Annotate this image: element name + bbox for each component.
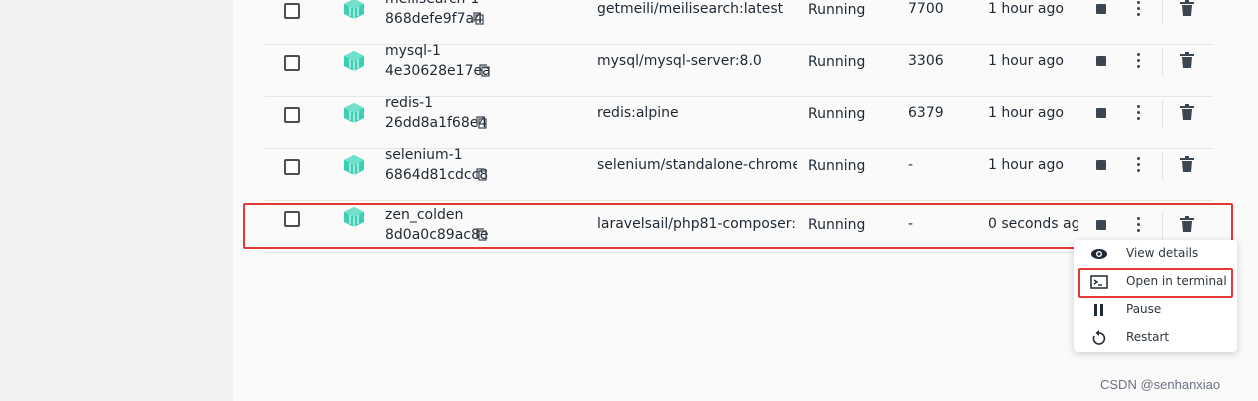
container-image-link[interactable]: getmeili/meilisearch:latest [597, 1, 797, 17]
menu-item-view-details[interactable]: View details [1074, 240, 1237, 268]
copy-icon[interactable] [476, 228, 487, 241]
menu-item-pause[interactable]: Pause [1074, 296, 1237, 324]
container-port[interactable]: - [908, 216, 913, 232]
container-cube-icon [344, 103, 364, 123]
container-status: Running [808, 158, 866, 174]
container-image-link[interactable]: redis:alpine [597, 105, 797, 121]
trash-icon[interactable] [1180, 52, 1194, 68]
more-actions-icon[interactable] [1137, 53, 1141, 69]
restart-icon [1092, 330, 1106, 345]
more-actions-icon[interactable] [1137, 217, 1141, 233]
copy-icon[interactable] [479, 64, 490, 77]
table-row[interactable]: redis-1 26dd8a1f68e4 redis:alpine Runnin… [265, 95, 1213, 149]
divider [1162, 48, 1163, 76]
container-started: 1 hour ago [988, 1, 1064, 17]
container-image-link[interactable]: laravelsail/php81-composer:latest [597, 216, 797, 232]
container-id: 6864d81cdcc8 [385, 167, 489, 183]
table-row[interactable]: meilisearch-1 868defe9f7a4 getmeili/meil… [265, 0, 1213, 45]
more-actions-icon[interactable] [1137, 157, 1141, 173]
container-started: 1 hour ago [988, 157, 1064, 173]
container-port[interactable]: 3306 [908, 53, 944, 69]
container-id: 868defe9f7a4 [385, 11, 483, 27]
more-actions-icon[interactable] [1137, 1, 1141, 17]
trash-icon[interactable] [1180, 156, 1194, 172]
table-row[interactable]: selenium-1 6864d81cdcc8 selenium/standal… [265, 147, 1213, 201]
stop-icon[interactable] [1096, 56, 1106, 66]
menu-item-label: Pause [1126, 302, 1162, 316]
copy-icon[interactable] [476, 168, 487, 181]
table-row[interactable]: mysql-1 4e30628e17ea mysql/mysql-server:… [265, 43, 1213, 97]
container-status: Running [808, 106, 866, 122]
container-id: 26dd8a1f68e4 [385, 115, 488, 131]
row-checkbox[interactable] [284, 55, 300, 71]
sidebar [0, 0, 233, 401]
container-name[interactable]: selenium-1 [385, 147, 463, 163]
more-actions-icon[interactable] [1137, 105, 1141, 121]
copy-icon[interactable] [473, 12, 484, 25]
container-id: 4e30628e17ea [385, 63, 491, 79]
container-port[interactable]: - [908, 157, 913, 173]
container-cube-icon [344, 51, 364, 71]
container-cube-icon [344, 155, 364, 175]
container-name[interactable]: meilisearch-1 [385, 0, 479, 7]
container-image-link[interactable]: mysql/mysql-server:8.0 [597, 53, 797, 69]
row-context-menu: View details Open in terminal Pause Rest… [1074, 240, 1237, 352]
container-started: 1 hour ago [988, 53, 1064, 69]
row-checkbox[interactable] [284, 159, 300, 175]
container-status: Running [808, 2, 866, 18]
copy-icon[interactable] [476, 116, 487, 129]
container-name[interactable]: mysql-1 [385, 43, 441, 59]
row-checkbox[interactable] [284, 3, 300, 19]
pause-icon [1094, 304, 1103, 316]
container-cube-icon [344, 0, 364, 19]
trash-icon[interactable] [1180, 216, 1194, 232]
container-id: 8d0a0c89ac8e [385, 227, 489, 243]
trash-icon[interactable] [1180, 0, 1194, 16]
menu-item-open-in-terminal[interactable]: Open in terminal [1074, 268, 1237, 296]
stop-icon[interactable] [1096, 4, 1106, 14]
row-checkbox[interactable] [284, 211, 300, 227]
container-status: Running [808, 217, 866, 233]
eye-icon [1091, 249, 1107, 259]
menu-item-restart[interactable]: Restart [1074, 324, 1237, 352]
container-status: Running [808, 54, 866, 70]
container-port[interactable]: 6379 [908, 105, 944, 121]
watermark: CSDN @senhanxiao [1100, 377, 1221, 392]
divider [1162, 0, 1163, 24]
container-started: 1 hour ago [988, 105, 1064, 121]
container-image-link[interactable]: selenium/standalone-chrome:latest [597, 157, 797, 173]
stop-icon[interactable] [1096, 220, 1106, 230]
container-cube-icon [344, 207, 364, 227]
container-name[interactable]: redis-1 [385, 95, 433, 111]
menu-item-label: Open in terminal [1126, 274, 1227, 288]
container-name[interactable]: zen_colden [385, 207, 463, 223]
stop-icon[interactable] [1096, 108, 1106, 118]
terminal-icon [1090, 275, 1108, 289]
table-row[interactable]: zen_colden 8d0a0c89ac8e laravelsail/php8… [265, 200, 1213, 253]
divider [1162, 152, 1163, 180]
divider [1162, 100, 1163, 128]
stop-icon[interactable] [1096, 160, 1106, 170]
divider [1162, 212, 1163, 240]
menu-item-label: Restart [1126, 330, 1170, 344]
container-port[interactable]: 7700 [908, 1, 944, 17]
trash-icon[interactable] [1180, 104, 1194, 120]
row-checkbox[interactable] [284, 107, 300, 123]
menu-item-label: View details [1126, 246, 1199, 260]
container-started: 0 seconds ago [988, 216, 1078, 232]
